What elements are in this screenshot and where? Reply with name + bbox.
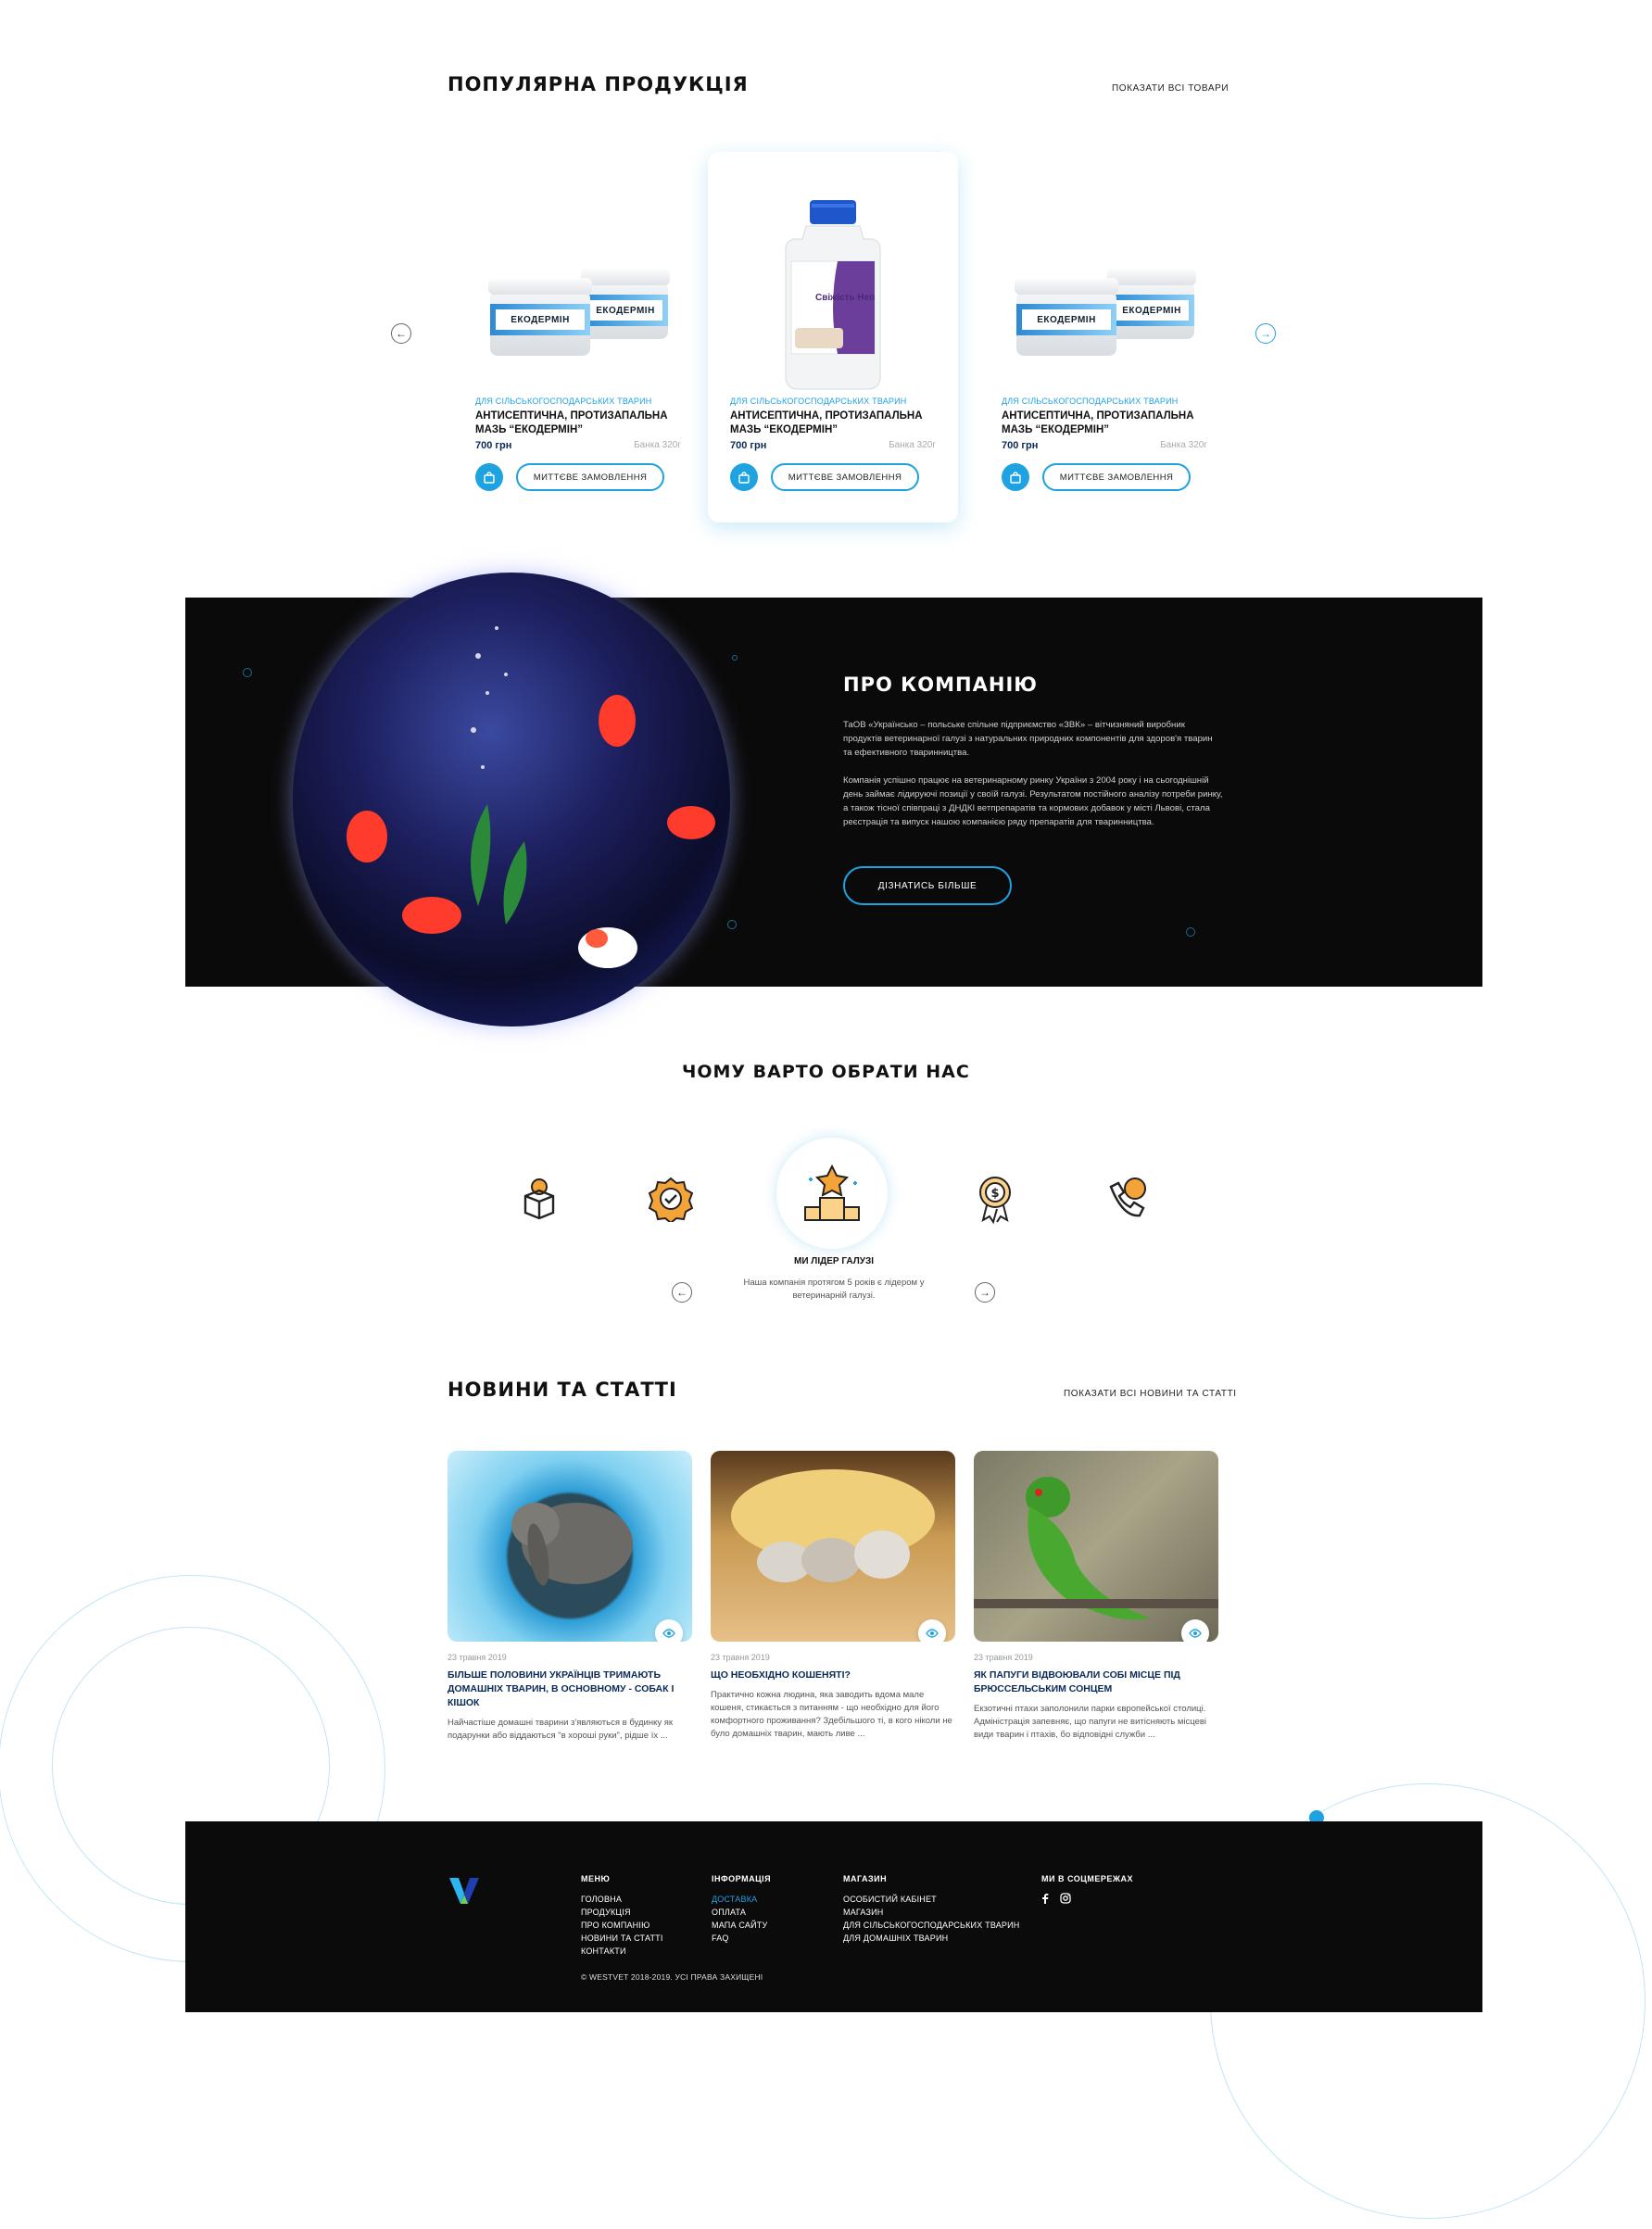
show-all-news-link[interactable]: ПОКАЗАТИ ВСІ НОВИНИ ТА СТАТТІ [1064, 1389, 1237, 1399]
logo-icon[interactable] [448, 1874, 481, 1908]
footer-link[interactable]: Головна [581, 1893, 663, 1906]
quick-order-button[interactable]: Миттєве замовлення [771, 463, 919, 491]
product-image: ЕКОДЕРМІН ЕКОДЕРМІН [453, 189, 703, 402]
feature-text: Наша компанія протягом 5 років є лідером… [743, 1278, 925, 1301]
footer-social-title: Ми в соцмережах [1041, 1874, 1133, 1883]
news-excerpt: Практично кожна людина, яка заводить вдо… [711, 1690, 952, 1739]
view-icon[interactable] [918, 1619, 946, 1642]
products-next-button[interactable]: → [1255, 323, 1276, 344]
news-title: НОВИНИ ТА СТАТТІ [448, 1379, 677, 1401]
aquarium-image [293, 573, 730, 1026]
news-date: 23 травня 2019 [448, 1653, 507, 1662]
product-name[interactable]: Антисептична, протизапальна мазь “ЕКОДЕР… [730, 409, 943, 437]
product-card: ЕКОДЕРМІН ЕКОДЕРМІН Для сільськогосподар… [979, 152, 1230, 523]
product-image: ЕКОДЕРМІН ЕКОДЕРМІН [979, 189, 1230, 402]
footer-link[interactable]: Про компанію [581, 1919, 663, 1932]
show-all-products-link[interactable]: ПОКАЗАТИ ВСІ ТОВАРИ [1112, 83, 1229, 94]
product-name[interactable]: Антисептична, протизапальна мазь “ЕКОДЕР… [1002, 409, 1215, 437]
footer-link[interactable]: Новини та статті [581, 1932, 663, 1945]
footer-link[interactable]: Контакти [581, 1945, 663, 1958]
features-prev-button[interactable]: ← [672, 1282, 692, 1303]
product-price: 700 грн [475, 440, 512, 451]
news-image[interactable] [711, 1451, 955, 1642]
bag-icon [484, 471, 495, 484]
feature-title: МИ ЛІДЕР ГАЛУЗІ [794, 1256, 874, 1266]
bag-icon [738, 471, 750, 484]
footer-link[interactable]: Магазин [843, 1906, 1020, 1919]
footer-link[interactable]: Оплата [712, 1906, 771, 1919]
product-size: Банка 320г [1160, 440, 1207, 450]
product-category: Для сільськогосподарських тварин [475, 397, 652, 406]
features-next-button[interactable]: → [975, 1282, 995, 1303]
copyright: © WESTVET 2018-2019. Усі права захищені [581, 1972, 763, 1982]
quick-order-button[interactable]: Миттєве замовлення [516, 463, 664, 491]
podium-star-icon [804, 1164, 860, 1221]
product-price: 700 грн [1002, 440, 1039, 451]
add-to-cart-button[interactable] [475, 463, 503, 491]
footer-link[interactable]: FAQ [712, 1932, 771, 1945]
news-date: 23 травня 2019 [974, 1653, 1033, 1662]
news-title-link[interactable]: Що необхідно кошеняті? [711, 1669, 955, 1682]
footer-info-title: Інформація [712, 1874, 772, 1883]
about-paragraph: ТаОВ «Українсько – польське спільне підп… [843, 720, 1213, 758]
why-title: ЧОМУ ВАРТО ОБРАТИ НАС [682, 1062, 970, 1082]
learn-more-button[interactable]: Дізнатись більше [843, 866, 1012, 905]
product-size: Банка 320г [634, 440, 681, 450]
footer-link[interactable]: Особистий кабінет [843, 1893, 1020, 1906]
about-paragraph: Компанія успішно працює на ветеринарному… [843, 775, 1223, 827]
product-image: Свіжість Нео [708, 189, 958, 402]
news-card[interactable]: 23 травня 2019 Що необхідно кошеняті? Пр… [711, 1451, 955, 1741]
instagram-icon[interactable] [1060, 1893, 1071, 1904]
quick-order-button[interactable]: Миттєве замовлення [1042, 463, 1191, 491]
product-category: Для сільськогосподарських тварин [1002, 397, 1179, 406]
product-card-active: Свіжість Нео Для сільськогосподарських т… [708, 152, 958, 523]
news-image[interactable] [974, 1451, 1218, 1642]
add-to-cart-button[interactable] [730, 463, 758, 491]
arrow-left-icon: ← [676, 1286, 687, 1299]
popular-title: ПОПУЛЯРНА ПРОДУКЦІЯ [448, 73, 749, 95]
product-size: Банка 320г [889, 440, 936, 450]
quality-badge-icon[interactable] [643, 1171, 699, 1227]
footer-link[interactable]: Мапа сайту [712, 1919, 771, 1932]
bag-icon [1010, 471, 1021, 484]
product-name[interactable]: Антисептична, протизапальна мазь “ЕКОДЕР… [475, 409, 688, 437]
arrow-right-icon: → [1260, 327, 1271, 340]
news-title-link[interactable]: Більше половини українців тримають домаш… [448, 1669, 692, 1710]
footer-shop-title: Магазин [843, 1874, 888, 1883]
view-icon[interactable] [1181, 1619, 1209, 1642]
news-card[interactable]: 23 травня 2019 Як папуги відвоювали собі… [974, 1451, 1218, 1742]
about-title: ПРО КОМПАНІЮ [843, 674, 1038, 696]
news-image[interactable] [448, 1451, 692, 1642]
footer-menu-title: Меню [581, 1874, 611, 1883]
gift-box-icon[interactable] [511, 1171, 567, 1227]
facebook-icon[interactable] [1041, 1893, 1049, 1904]
footer: Меню Головна Продукція Про компанію Нови… [185, 1821, 1482, 2012]
footer-link[interactable]: Для сільськогосподарських тварин [843, 1919, 1020, 1932]
view-icon[interactable] [655, 1619, 683, 1642]
news-excerpt: Екзотичні птахи заполонили парки європей… [974, 1704, 1207, 1740]
bottle-label: Свіжість Нео [815, 293, 876, 303]
product-price: 700 грн [730, 440, 767, 451]
feature-active-circle[interactable] [776, 1138, 888, 1249]
news-card[interactable]: 23 травня 2019 Більше половини українців… [448, 1451, 692, 1743]
news-date: 23 травня 2019 [711, 1653, 770, 1662]
svg-text:$: $ [990, 1187, 999, 1201]
news-excerpt: Найчастіше домашні тварини з'являються в… [448, 1718, 674, 1741]
footer-link[interactable]: Продукція [581, 1906, 663, 1919]
arrow-left-icon: ← [396, 327, 407, 340]
footer-link[interactable]: Доставка [712, 1893, 771, 1906]
products-prev-button[interactable]: ← [391, 323, 411, 344]
news-title-link[interactable]: Як папуги відвоювали собі місце під брюс… [974, 1669, 1218, 1696]
arrow-right-icon: → [979, 1286, 990, 1299]
phone-support-icon[interactable] [1099, 1171, 1154, 1227]
price-medal-icon[interactable]: $ [967, 1171, 1023, 1227]
product-category: Для сільськогосподарських тварин [730, 397, 907, 406]
add-to-cart-button[interactable] [1002, 463, 1029, 491]
footer-link[interactable]: Для домашніх тварин [843, 1932, 1020, 1945]
product-card: ЕКОДЕРМІН ЕКОДЕРМІН Для сільськогосподар… [453, 152, 703, 523]
